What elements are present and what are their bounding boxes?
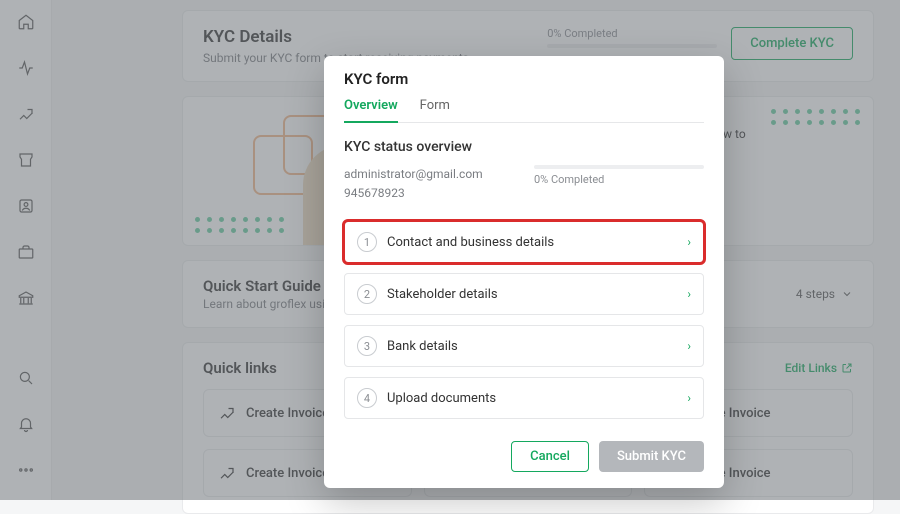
- chevron-right-icon: ›: [687, 287, 691, 301]
- kyc-step-list: 1 Contact and business details › 2 Stake…: [344, 221, 704, 419]
- step-documents[interactable]: 4 Upload documents ›: [344, 377, 704, 419]
- submit-kyc-button[interactable]: Submit KYC: [599, 441, 704, 472]
- modal-actions: Cancel Submit KYC: [344, 441, 704, 472]
- chevron-right-icon: ›: [687, 235, 691, 249]
- step-contact-business[interactable]: 1 Contact and business details ›: [344, 221, 704, 263]
- modal-tabs: Overview Form: [344, 98, 704, 123]
- tab-form[interactable]: Form: [420, 98, 450, 122]
- step-stakeholder[interactable]: 2 Stakeholder details ›: [344, 273, 704, 315]
- step-label: Bank details: [387, 339, 677, 354]
- kyc-form-modal: KYC form Overview Form KYC status overvi…: [324, 56, 724, 488]
- step-bank[interactable]: 3 Bank details ›: [344, 325, 704, 367]
- step-number: 1: [357, 232, 377, 252]
- modal-title: KYC form: [344, 70, 704, 88]
- chevron-right-icon: ›: [687, 391, 691, 405]
- step-label: Stakeholder details: [387, 287, 677, 302]
- step-number: 2: [357, 284, 377, 304]
- step-label: Upload documents: [387, 391, 677, 406]
- cancel-button[interactable]: Cancel: [511, 441, 589, 472]
- account-phone: 945678923: [344, 184, 514, 203]
- modal-progress-bar: [534, 165, 704, 169]
- step-number: 4: [357, 388, 377, 408]
- account-info: administrator@gmail.com 945678923: [344, 165, 514, 203]
- step-label: Contact and business details: [387, 235, 677, 250]
- chevron-right-icon: ›: [687, 339, 691, 353]
- modal-progress: 0% Completed: [534, 165, 704, 203]
- account-email: administrator@gmail.com: [344, 165, 514, 184]
- step-number: 3: [357, 336, 377, 356]
- status-overview-title: KYC status overview: [344, 139, 704, 155]
- tab-overview[interactable]: Overview: [344, 98, 398, 123]
- modal-progress-label: 0% Completed: [534, 173, 604, 186]
